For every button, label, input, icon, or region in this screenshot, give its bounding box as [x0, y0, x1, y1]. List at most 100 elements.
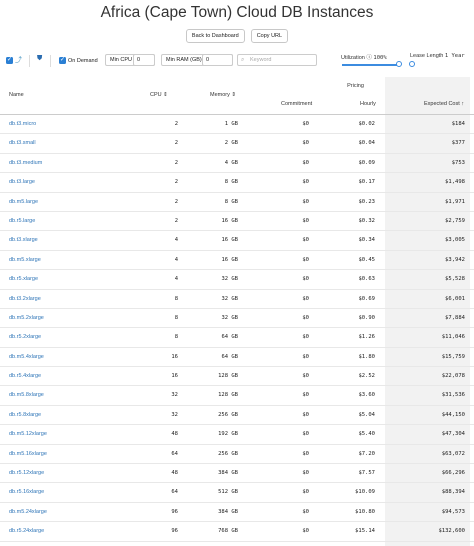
- cpu-cell: 96: [171, 508, 178, 515]
- instance-name-link[interactable]: db.m5.large: [9, 199, 38, 205]
- commitment-cell: $0: [302, 470, 309, 477]
- table-row[interactable]: db.m5.12xlarge 48 192 GB $0 $5.40 $47,304: [0, 425, 474, 445]
- lease-length-label-text: Lease Length: [410, 53, 444, 59]
- sort-icon: ⇕: [231, 92, 237, 98]
- instance-name-link[interactable]: db.m5.8xlarge: [9, 392, 44, 398]
- instance-name-link[interactable]: db.m5.24xlarge: [9, 509, 47, 515]
- utilization-label: Utilization ⓘ 100%: [341, 53, 387, 61]
- memory-cell: 128 GB: [218, 392, 238, 399]
- instance-name-link[interactable]: db.t3.small: [9, 140, 36, 146]
- memory-cell: 16 GB: [221, 237, 238, 244]
- commitment-cell: $0: [302, 411, 309, 418]
- hourly-cell: $2.52: [358, 373, 375, 380]
- memory-cell: 32 GB: [221, 314, 238, 321]
- column-header-expected-cost[interactable]: Expected Cost ↑: [424, 101, 464, 107]
- instance-name-link[interactable]: db.r5.2xlarge: [9, 334, 41, 340]
- table-row[interactable]: db.t3.small 2 2 GB $0 $0.04 $377: [0, 134, 474, 154]
- expected-cost-cell: $22,078: [441, 373, 465, 380]
- column-header-commitment[interactable]: Commitment: [281, 101, 312, 107]
- help-circle-icon[interactable]: ⓘ: [366, 55, 372, 61]
- instance-name-link[interactable]: db.r5.large: [9, 218, 35, 224]
- commitment-cell: $0: [302, 314, 309, 321]
- memory-cell: 16 GB: [221, 217, 238, 224]
- instance-name-link[interactable]: db.t3.micro: [9, 121, 36, 127]
- column-header-memory[interactable]: Memory ⇕: [210, 92, 236, 98]
- utilization-slider-track[interactable]: [342, 64, 398, 66]
- min-cpu-input[interactable]: 0: [133, 54, 155, 66]
- instance-name-link[interactable]: db.t3.xlarge: [9, 237, 38, 243]
- table-row[interactable]: db.r5.16xlarge 64 512 GB $0 $10.09 $88,394: [0, 483, 474, 503]
- min-ram-input[interactable]: 0: [202, 54, 233, 66]
- table-row[interactable]: db.r5.4xlarge 16 128 GB $0 $2.52 $22,078: [0, 367, 474, 387]
- table-row[interactable]: db.m5.24xlarge 96 384 GB $0 $10.80 $94,573: [0, 503, 474, 523]
- select-all-checkbox[interactable]: ✓: [6, 57, 13, 64]
- commitment-cell: $0: [302, 217, 309, 224]
- memory-cell: 256 GB: [218, 450, 238, 457]
- instance-name-link[interactable]: db.r5.12xlarge: [9, 470, 44, 476]
- table-row[interactable]: db.r5.2xlarge 8 64 GB $0 $1.26 $11,046: [0, 328, 474, 348]
- table-row[interactable]: db.t3.micro 2 1 GB $0 $0.02 $184: [0, 115, 474, 135]
- table-row[interactable]: db.t3.xlarge 4 16 GB $0 $0.34 $3,005: [0, 231, 474, 251]
- copy-url-button[interactable]: Copy URL: [250, 29, 289, 43]
- instance-name-link[interactable]: db.t3.2xlarge: [9, 296, 41, 302]
- table-row[interactable]: db.t3.large 2 8 GB $0 $0.17 $1,498: [0, 173, 474, 193]
- filter-icon[interactable]: ⛊: [37, 55, 42, 63]
- table-row[interactable]: db.t3.2xlarge 8 32 GB $0 $0.69 $6,001: [0, 290, 474, 309]
- on-demand-label: On Demand: [68, 58, 98, 64]
- column-header-hourly[interactable]: Hourly: [360, 101, 376, 107]
- commitment-cell: $0: [302, 198, 309, 205]
- instance-name-link[interactable]: db.r5.8xlarge: [9, 412, 41, 418]
- table-row[interactable]: db.m5.8xlarge 32 128 GB $0 $3.60 $31,536: [0, 386, 474, 406]
- cpu-cell: 32: [171, 392, 178, 399]
- hourly-cell: $5.04: [358, 411, 375, 418]
- commitment-cell: $0: [302, 159, 309, 166]
- expected-cost-cell: $31,536: [441, 392, 465, 399]
- table-row[interactable]: db.m5.16xlarge 64 256 GB $0 $7.20 $63,072: [0, 445, 474, 465]
- table-row[interactable]: db.r5.large 2 16 GB $0 $0.32 $2,759: [0, 212, 474, 232]
- utilization-value: 100%: [373, 55, 387, 61]
- table-row[interactable]: db.m5.4xlarge 16 64 GB $0 $1.80 $15,759: [0, 348, 474, 368]
- on-demand-checkbox[interactable]: ✓: [59, 57, 66, 64]
- commitment-cell: $0: [302, 489, 309, 496]
- instance-name-link[interactable]: db.m5.12xlarge: [9, 431, 47, 437]
- sort-icon: ⇕: [163, 92, 168, 98]
- instance-name-link[interactable]: db.m5.xlarge: [9, 257, 41, 263]
- expected-cost-cell: $2,759: [445, 217, 465, 224]
- instance-name-link[interactable]: db.r5.xlarge: [9, 276, 38, 282]
- memory-cell: 192 GB: [218, 431, 238, 438]
- commitment-cell: $0: [302, 508, 309, 515]
- instance-name-link[interactable]: db.t3.large: [9, 179, 35, 185]
- table-row[interactable]: db.r5.8xlarge 32 256 GB $0 $5.04 $44,150: [0, 406, 474, 426]
- chart-line-icon[interactable]: ⤴: [15, 55, 22, 65]
- back-to-dashboard-button[interactable]: Back to Dashboard: [185, 29, 245, 43]
- hourly-cell: $0.34: [358, 237, 375, 244]
- memory-cell: 32 GB: [221, 276, 238, 283]
- instance-name-link[interactable]: db.t3.medium: [9, 160, 42, 166]
- memory-cell: 64 GB: [221, 353, 238, 360]
- table-row[interactable]: db.m5.large 2 8 GB $0 $0.23 $1,971: [0, 193, 474, 212]
- instance-name-link[interactable]: db.m5.2xlarge: [9, 315, 44, 321]
- memory-cell: 8 GB: [224, 198, 238, 205]
- page-title: Africa (Cape Town) Cloud DB Instances: [100, 4, 374, 21]
- utilization-slider-handle[interactable]: [396, 61, 402, 67]
- table-row[interactable]: db.m5.xlarge 4 16 GB $0 $0.45 $3,942: [0, 251, 474, 271]
- lease-length-slider-handle[interactable]: [409, 61, 415, 67]
- table-row[interactable]: db.t3.medium 2 4 GB $0 $0.09 $753: [0, 154, 474, 174]
- instance-name-link[interactable]: db.r5.16xlarge: [9, 489, 44, 495]
- hourly-cell: $15.14: [355, 528, 375, 535]
- commitment-cell: $0: [302, 353, 309, 360]
- column-header-cpu[interactable]: CPU ⇕: [150, 92, 168, 98]
- instance-name-link[interactable]: db.r5.4xlarge: [9, 373, 41, 379]
- table-row[interactable]: db.r5.24xlarge 96 768 GB $0 $15.14 $132,600: [0, 522, 474, 542]
- column-header-name[interactable]: Name: [9, 92, 24, 98]
- table-row[interactable]: db.r5.xlarge 4 32 GB $0 $0.63 $5,528: [0, 270, 474, 290]
- expected-cost-cell: $47,304: [441, 431, 465, 438]
- table-row[interactable]: db.m5.2xlarge 8 32 GB $0 $0.90 $7,884: [0, 309, 474, 329]
- hourly-cell: $5.40: [358, 431, 375, 438]
- sort-ascending-icon: ↑: [461, 101, 465, 107]
- keyword-search-input[interactable]: ⌕ Keyword: [237, 54, 317, 66]
- table-row[interactable]: db.r5.12xlarge 48 384 GB $0 $7.57 $66,296: [0, 464, 474, 484]
- instance-name-link[interactable]: db.m5.16xlarge: [9, 451, 47, 457]
- instance-name-link[interactable]: db.r5.24xlarge: [9, 528, 44, 534]
- instance-name-link[interactable]: db.m5.4xlarge: [9, 354, 44, 360]
